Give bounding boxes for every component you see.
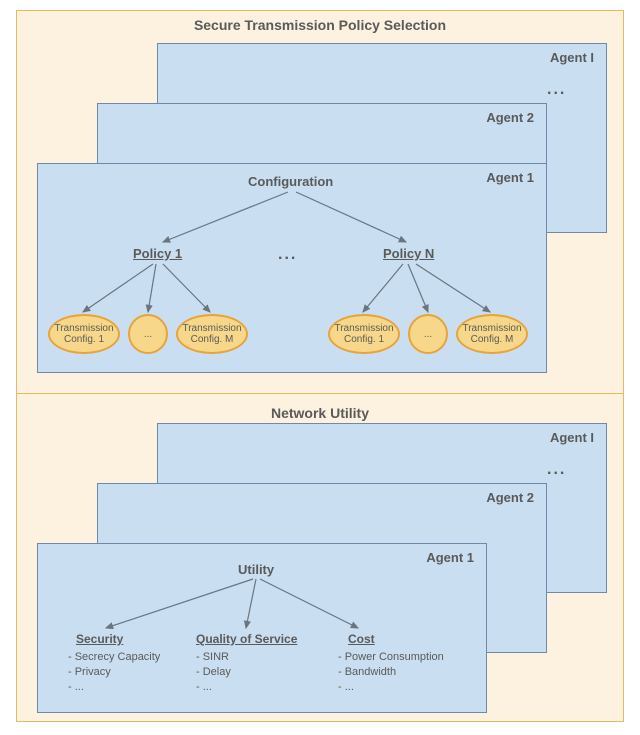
agent-label: Agent I <box>550 430 594 445</box>
agent-label: Agent 1 <box>426 550 474 565</box>
tx-config-1-left: Transmission Config. 1 <box>48 314 120 354</box>
list-item: - ... <box>338 680 444 695</box>
qos-items: - SINR - Delay - ... <box>196 650 231 695</box>
policy-n-node: Policy N <box>383 246 434 261</box>
policy-ellipsis: ... <box>278 246 297 264</box>
list-item: - Privacy <box>68 665 160 680</box>
tx-config-m-right: Transmission Config. M <box>456 314 528 354</box>
agent-label: Agent 2 <box>486 110 534 125</box>
qos-head: Quality of Service <box>196 632 297 646</box>
tx-ellipsis-left: ... <box>128 314 168 354</box>
stack-ellipsis-icon: ... <box>547 461 566 479</box>
list-item: - Power Consumption <box>338 650 444 665</box>
utility-node: Utility <box>238 562 274 577</box>
list-item: - Bandwidth <box>338 665 444 680</box>
agent-label: Agent I <box>550 50 594 65</box>
bottom-panel-agent-1: Agent 1 Utility Security - Secrecy Capac… <box>37 543 487 713</box>
diagram-container: Secure Transmission Policy Selection Age… <box>16 10 624 722</box>
top-panel-agent-1: Agent 1 Configuration Policy 1 ... Polic… <box>37 163 547 373</box>
security-head: Security <box>76 632 123 646</box>
agent-label: Agent 1 <box>486 170 534 185</box>
cost-items: - Power Consumption - Bandwidth - ... <box>338 650 444 695</box>
bottom-section-title: Network Utility <box>17 399 623 421</box>
list-item: - Delay <box>196 665 231 680</box>
list-item: - Secrecy Capacity <box>68 650 160 665</box>
section-divider <box>17 393 623 394</box>
configuration-node: Configuration <box>248 174 333 189</box>
tx-ellipsis-right: ... <box>408 314 448 354</box>
cost-head: Cost <box>348 632 375 646</box>
list-item: - ... <box>196 680 231 695</box>
list-item: - SINR <box>196 650 231 665</box>
top-agent-stack: Agent I ... Agent 2 Agent 1 Configuratio… <box>37 43 605 371</box>
top-section-title: Secure Transmission Policy Selection <box>17 11 623 33</box>
bottom-agent-stack: Agent I ... Agent 2 Agent 1 Utility Secu… <box>37 423 605 711</box>
list-item: - ... <box>68 680 160 695</box>
security-items: - Secrecy Capacity - Privacy - ... <box>68 650 160 695</box>
tx-config-1-right: Transmission Config. 1 <box>328 314 400 354</box>
agent-label: Agent 2 <box>486 490 534 505</box>
stack-ellipsis-icon: ... <box>547 81 566 99</box>
policy-1-node: Policy 1 <box>133 246 182 261</box>
tx-config-m-left: Transmission Config. M <box>176 314 248 354</box>
